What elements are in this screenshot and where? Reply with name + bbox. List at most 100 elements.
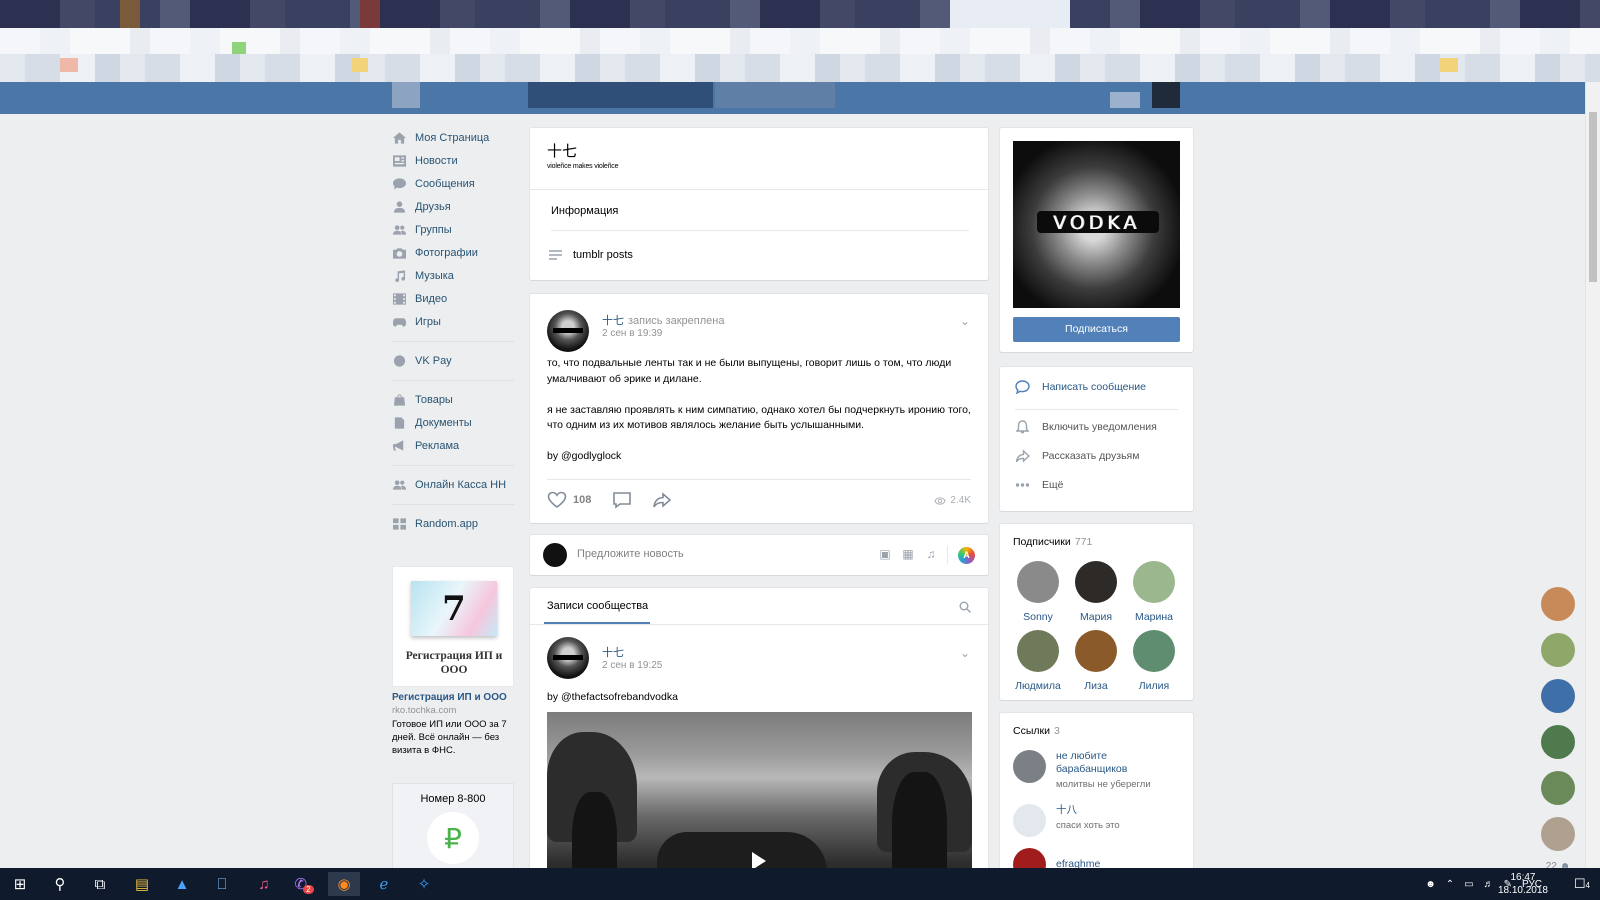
menu-photos[interactable]: Фотографии	[392, 241, 514, 264]
eye-icon	[934, 496, 947, 505]
tab-community-posts[interactable]: Записи сообщества	[547, 600, 648, 612]
share-icon	[1015, 449, 1030, 463]
subscriber-item[interactable]: Лиза	[1067, 630, 1125, 692]
volume-icon[interactable]: ♬	[1484, 879, 1494, 890]
link-item[interactable]: 十八 спаси хоть это	[1013, 804, 1120, 837]
suggest-news-box: Предложите новость ▣ ▦ ♫ A	[530, 535, 988, 575]
ruble-circle-icon	[392, 354, 406, 367]
subscriber-item[interactable]: Лилия	[1125, 630, 1183, 692]
link-item[interactable]: не любите барабанщиков молитвы не уберегл…	[1013, 750, 1166, 790]
link-title[interactable]: не любите барабанщиков	[1056, 750, 1166, 776]
camera-icon	[392, 247, 406, 259]
link-title[interactable]: 十八	[1056, 804, 1120, 817]
like-button[interactable]: 108	[547, 491, 591, 509]
menu-games[interactable]: Игры	[392, 310, 514, 333]
friend-avatar[interactable]	[1541, 633, 1575, 667]
subscriber-item[interactable]: Sonny	[1009, 561, 1067, 623]
ad-block-2[interactable]: Номер 8-800 ₽	[392, 783, 514, 869]
itunes-icon[interactable]: ♫	[248, 872, 280, 896]
menu-friends[interactable]: Друзья	[392, 195, 514, 218]
people-icon[interactable]: ☻	[1425, 879, 1436, 890]
video-icon[interactable]: ▦	[901, 547, 915, 561]
ad-title[interactable]: Регистрация ИП и ООО	[392, 692, 514, 703]
friend-avatar[interactable]	[1541, 771, 1575, 805]
subscriber-name: Людмила	[1015, 680, 1061, 692]
subscribers-title[interactable]: Подписчики 771	[1013, 536, 1092, 548]
menu-documents[interactable]: Документы	[392, 411, 514, 434]
camera-icon[interactable]: ▣	[878, 547, 892, 561]
menu-vk-pay[interactable]: VK Pay	[392, 349, 514, 372]
menu-online-kassa[interactable]: Онлайн Касса НН	[392, 473, 514, 496]
tell-friends-button[interactable]: Рассказать друзьям	[1015, 449, 1139, 463]
pinned-label: запись закреплена	[628, 315, 725, 327]
suggest-input[interactable]: Предложите новость	[577, 548, 684, 560]
info-heading: Информация	[551, 205, 619, 217]
post-author[interactable]: 十七	[602, 644, 624, 660]
post-avatar[interactable]	[547, 310, 589, 352]
battery-icon[interactable]: ▭	[1464, 879, 1473, 890]
menu-ads[interactable]: Реклама	[392, 434, 514, 457]
message-icon	[1015, 380, 1030, 394]
write-message-button[interactable]: Написать сообщение	[1015, 380, 1146, 394]
menu-messages[interactable]: Сообщения	[392, 172, 514, 195]
more-button[interactable]: Ещё	[1015, 478, 1063, 492]
app-icon[interactable]: ▲	[166, 872, 198, 896]
task-view-icon[interactable]: ⧉	[84, 872, 116, 896]
comment-button[interactable]	[612, 491, 632, 509]
menu-groups[interactable]: Группы	[392, 218, 514, 241]
share-button[interactable]	[652, 491, 672, 509]
edge-icon[interactable]: ℯ	[368, 872, 400, 896]
menu-video[interactable]: Видео	[392, 287, 514, 310]
like-count: 108	[573, 494, 592, 506]
link-description: спаси хоть это	[1056, 820, 1120, 831]
menu-news[interactable]: Новости	[392, 149, 514, 172]
menu-random-app[interactable]: Random.app	[392, 512, 514, 535]
friend-avatar[interactable]	[1541, 725, 1575, 759]
friend-avatar[interactable]	[1541, 817, 1575, 851]
monitor-icon[interactable]: ⎕	[206, 872, 238, 896]
friend-avatar[interactable]	[1541, 587, 1575, 621]
search-icon[interactable]	[959, 601, 971, 613]
firefox-icon[interactable]: ◉	[328, 872, 360, 896]
heart-icon	[547, 491, 567, 508]
chevron-down-icon[interactable]: ⌄	[960, 314, 970, 328]
browser-chrome	[0, 0, 1600, 82]
post-author[interactable]: 十七 запись закреплена	[602, 312, 724, 328]
friend-avatar[interactable]	[1541, 679, 1575, 713]
ad-image[interactable]: 7 Регистрация ИП и ООО	[392, 566, 514, 687]
divider	[1015, 409, 1178, 410]
clock[interactable]: 16:47 18.10.2018	[1498, 871, 1548, 897]
menu-goods[interactable]: Товары	[392, 388, 514, 411]
subscriber-item[interactable]: Марина	[1125, 561, 1183, 623]
app-icon[interactable]: ✧	[408, 872, 440, 896]
color-text-icon[interactable]: A	[958, 547, 975, 564]
comment-icon	[613, 492, 631, 509]
links-title[interactable]: Ссылки 3	[1013, 725, 1060, 737]
post-avatar[interactable]	[547, 637, 589, 679]
viber-icon[interactable]: ✆ 2	[288, 872, 320, 896]
scrollbar-thumb[interactable]	[1589, 112, 1597, 282]
menu-my-page[interactable]: Моя Страница	[392, 126, 514, 149]
subscriber-item[interactable]: Мария	[1067, 561, 1125, 623]
post-date[interactable]: 2 сен в 19:39	[602, 328, 662, 339]
search-icon[interactable]: ⚲	[44, 872, 76, 896]
notify-button[interactable]: Включить уведомления	[1015, 420, 1157, 434]
music-icon[interactable]: ♫	[924, 547, 938, 561]
file-explorer-icon[interactable]: ▤	[126, 872, 158, 896]
chevron-up-icon[interactable]: ⌃	[1446, 879, 1454, 890]
ad-block[interactable]: 7 Регистрация ИП и ООО Регистрация ИП и …	[392, 566, 514, 757]
post-date[interactable]: 2 сен в 19:25	[602, 660, 662, 671]
home-icon	[392, 131, 406, 144]
subscriber-avatar	[1075, 561, 1117, 603]
notification-center-icon[interactable]: ☐4	[1574, 876, 1590, 892]
site-header	[0, 82, 1600, 114]
tumblr-posts-item[interactable]: tumblr posts	[549, 249, 633, 261]
subscriber-item[interactable]: Людмила	[1009, 630, 1067, 692]
author-name[interactable]: 十七	[602, 315, 624, 327]
page-scrollbar[interactable]	[1585, 82, 1600, 870]
windows-start-icon[interactable]: ⊞	[4, 872, 36, 896]
subscribe-button[interactable]: Подписаться	[1013, 317, 1180, 342]
chevron-down-icon[interactable]: ⌄	[960, 646, 970, 660]
community-photo[interactable]: VODKA	[1013, 141, 1180, 308]
menu-music[interactable]: Музыка	[392, 264, 514, 287]
